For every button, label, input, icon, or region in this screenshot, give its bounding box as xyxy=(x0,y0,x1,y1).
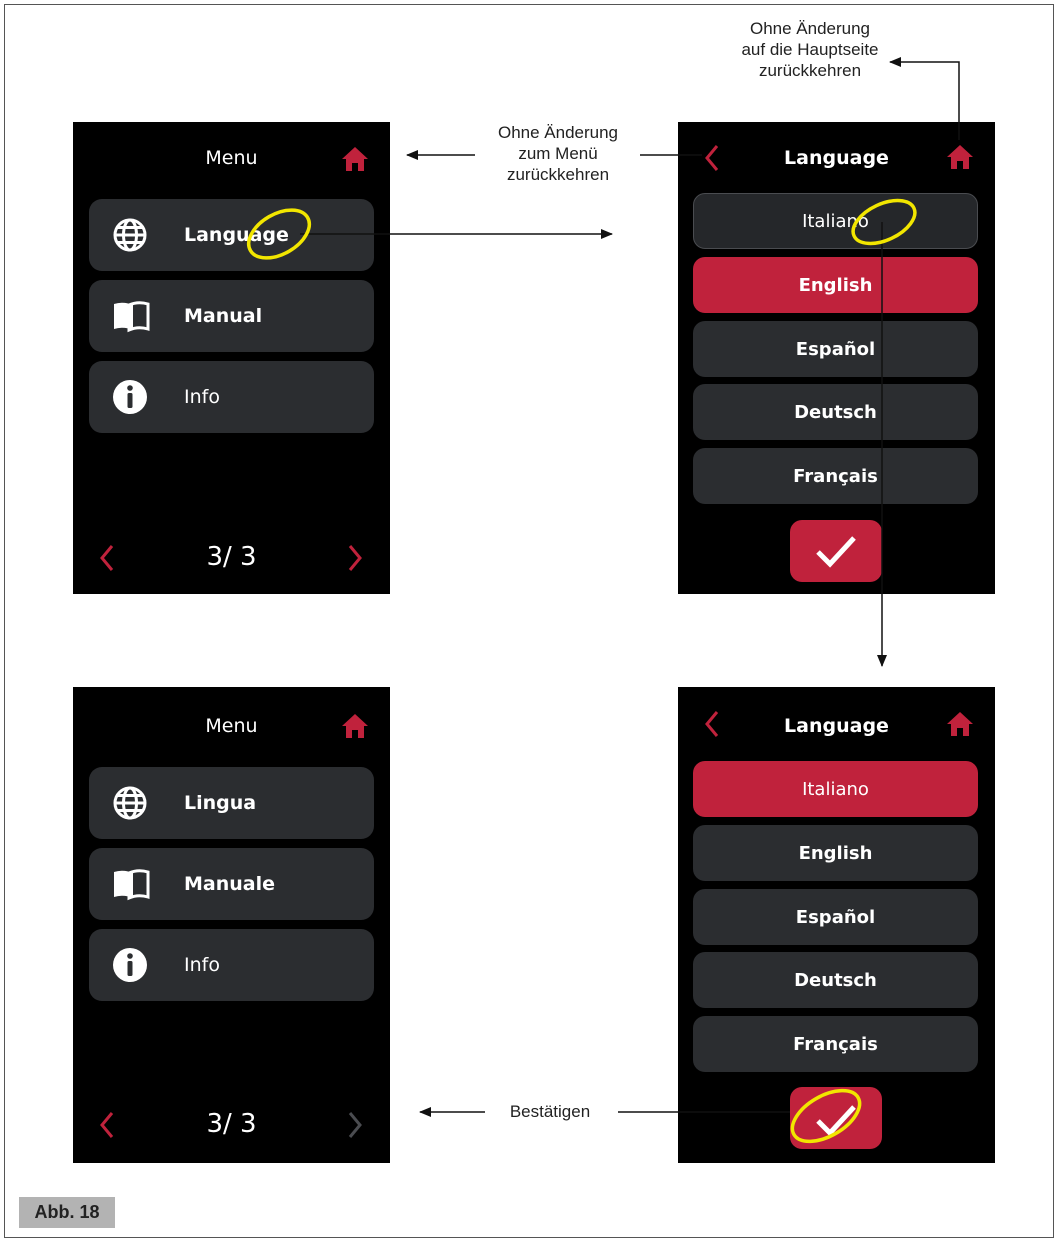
home-return-arrow xyxy=(889,57,960,140)
highlight-confirm-button xyxy=(790,1088,862,1144)
highlight-italiano-option xyxy=(851,198,917,246)
annotation-overlay xyxy=(246,57,960,1144)
highlight-language-item xyxy=(246,208,312,260)
